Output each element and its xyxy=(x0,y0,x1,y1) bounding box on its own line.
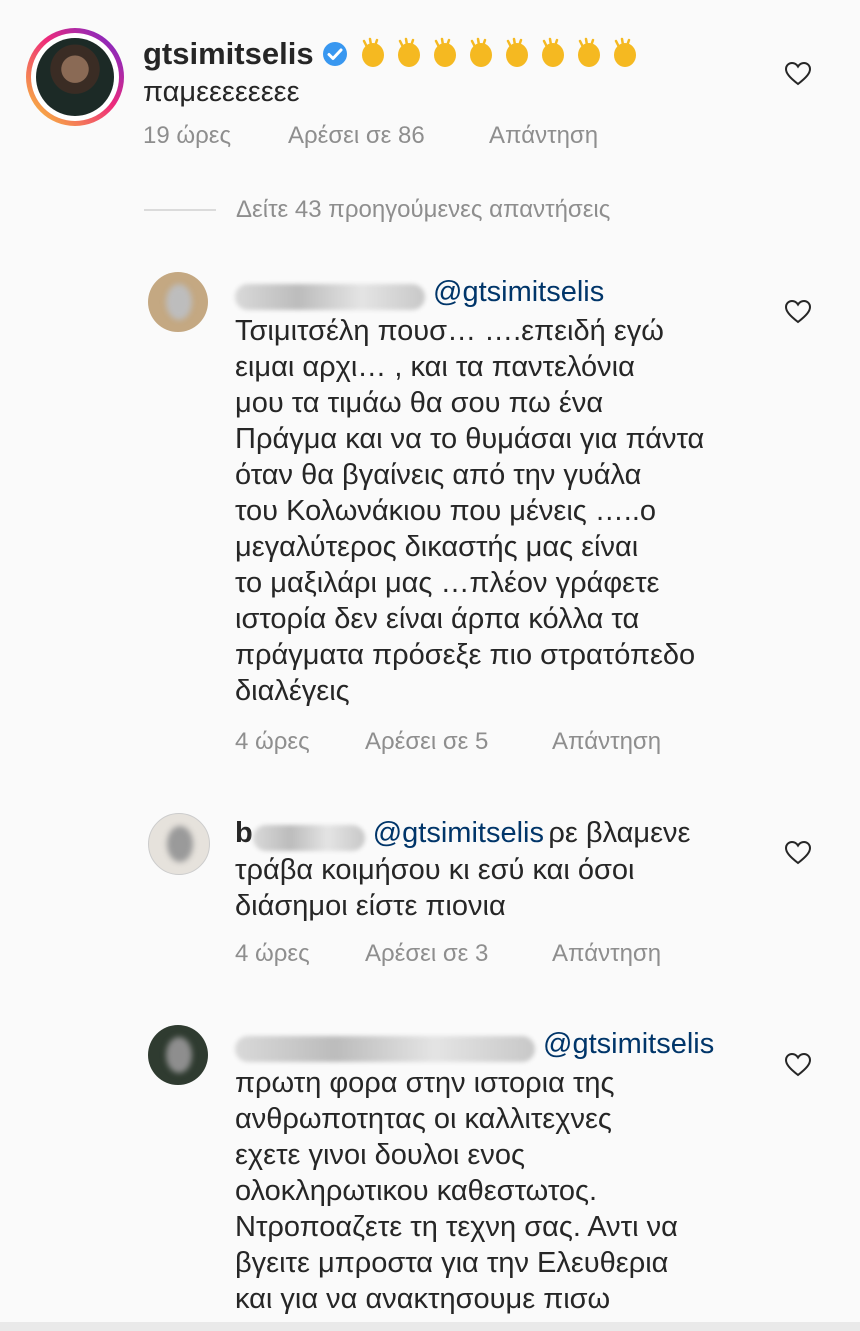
text-line: όταν θα βγαίνεις από την γυάλα xyxy=(235,459,642,491)
likes-count[interactable]: Αρέσει σε 3 xyxy=(365,940,488,968)
avatar[interactable] xyxy=(148,1025,208,1085)
text-line: ρε βλαμενε xyxy=(548,817,691,849)
avatar[interactable] xyxy=(26,28,124,126)
like-heart-icon[interactable] xyxy=(785,62,811,86)
clap-icon xyxy=(470,37,493,67)
reply-text: Τσιμιτσέλη πουσ… ….επειδή εγώ ειμαι αρχι… xyxy=(235,313,775,709)
reply-header: @gtsimitselis xyxy=(235,276,604,310)
mention-link[interactable]: @gtsimitselis xyxy=(373,817,544,849)
text-line: πρωτη φορα στην ιστορια της xyxy=(235,1067,615,1099)
clap-emojis xyxy=(358,37,646,70)
clap-icon xyxy=(434,37,457,67)
avatar[interactable] xyxy=(148,272,208,332)
bottom-edge xyxy=(0,1322,860,1331)
divider xyxy=(144,209,216,211)
text-line: πράγματα πρόσεξε πιο στρατόπεδο xyxy=(235,639,696,671)
text-line: βγειτε μπροστα για την Ελευθερια xyxy=(235,1247,669,1279)
text-line: Ντροποαζετε τη τεχνη σας. Αντι να xyxy=(235,1211,678,1243)
like-heart-icon[interactable] xyxy=(785,300,811,324)
main-comment-header: gtsimitselis xyxy=(143,36,646,72)
reply-button[interactable]: Απάντηση xyxy=(489,122,598,150)
likes-count[interactable]: Αρέσει σε 86 xyxy=(288,122,425,150)
comment-time: 19 ώρες xyxy=(143,122,232,149)
text-line: μεγαλύτερος δικαστής μας είναι xyxy=(235,531,639,563)
reply-text: πρωτη φορα στην ιστορια της ανθρωποτητας… xyxy=(235,1065,795,1317)
mention-link[interactable]: @gtsimitselis xyxy=(543,1028,714,1060)
text-line: ανθρωποτητας οι καλλιτεχνες xyxy=(235,1103,612,1135)
like-heart-icon[interactable] xyxy=(785,1053,811,1077)
comment-time: 4 ώρες xyxy=(235,728,310,755)
text-line: Πράγμα και να το θυμάσαι για πάντα xyxy=(235,423,705,455)
clap-icon xyxy=(614,37,637,67)
text-line: τράβα κοιμήσου κι εσύ και όσοι xyxy=(235,854,635,886)
redacted-username xyxy=(235,1035,535,1062)
reply-text: τράβα κοιμήσου κι εσύ και όσοι διάσημοι … xyxy=(235,852,775,924)
comments-panel: gtsimitselis παμεεεεεεεε 19 ώρες Αρέσει … xyxy=(0,0,860,1331)
likes-count[interactable]: Αρέσει σε 5 xyxy=(365,728,488,756)
clap-icon xyxy=(578,37,601,67)
text-line: διάσημοι είστε πιονια xyxy=(235,890,506,922)
reply-button[interactable]: Απάντηση xyxy=(552,728,661,756)
text-line: ειμαι αρχι… , και τα παντελόνια xyxy=(235,351,635,383)
redacted-username xyxy=(252,824,365,851)
clap-icon xyxy=(362,37,385,67)
username[interactable]: b xyxy=(235,817,253,849)
text-line: Τσιμιτσέλη πουσ… ….επειδή εγώ xyxy=(235,315,664,347)
reply-header: b @gtsimitselis ρε βλαμενε xyxy=(235,815,690,851)
username[interactable]: gtsimitselis xyxy=(143,36,314,71)
reply-button[interactable]: Απάντηση xyxy=(552,940,661,968)
text-line: διαλέγεις xyxy=(235,675,350,707)
avatar[interactable] xyxy=(148,813,210,875)
text-line: μου τα τιμάω θα σου πω ένα xyxy=(235,387,604,419)
text-line: και για να ανακτησουμε πισω xyxy=(235,1283,611,1315)
text-line: ολοκληρωτικου καθεστωτος. xyxy=(235,1175,598,1207)
clap-icon xyxy=(398,37,421,67)
clap-icon xyxy=(542,37,565,67)
text-line: εχετε γινοι δουλοι ενος xyxy=(235,1139,525,1171)
comment-text: παμεεεεεεεε xyxy=(143,76,300,108)
view-replies-button[interactable]: Δείτε 43 προηγούμενες απαντήσεις xyxy=(236,196,610,224)
like-heart-icon[interactable] xyxy=(785,841,811,865)
clap-icon xyxy=(506,37,529,67)
comment-time: 4 ώρες xyxy=(235,940,310,967)
reply-header: @gtsimitselis xyxy=(235,1028,714,1062)
text-line: το μαξιλάρι μας …πλέον γράφετε xyxy=(235,567,660,599)
mention-link[interactable]: @gtsimitselis xyxy=(433,276,604,308)
text-line: του Κολωνάκιου που μένεις …..ο xyxy=(235,495,657,527)
redacted-username xyxy=(235,283,425,310)
verified-badge-icon xyxy=(323,42,348,66)
text-line: ιστορία δεν είναι άρπα κόλλα τα xyxy=(235,603,640,635)
